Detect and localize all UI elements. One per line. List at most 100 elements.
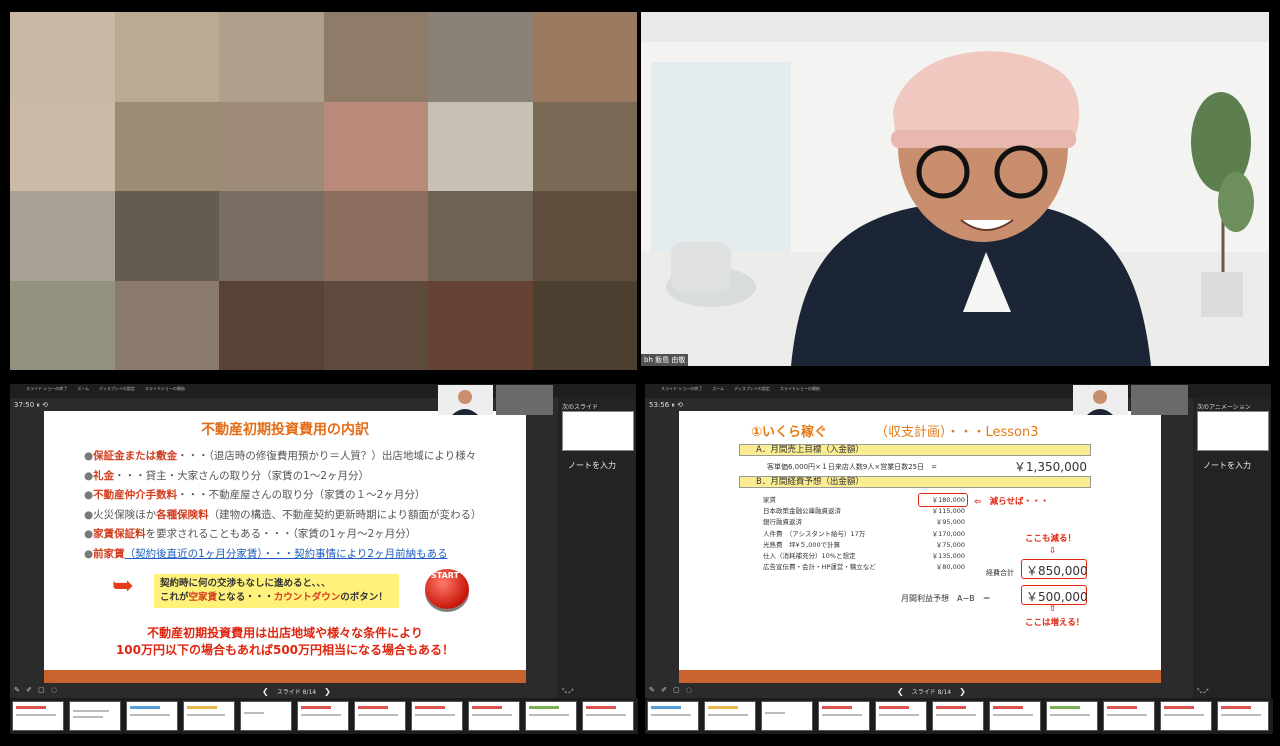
slide-thumbnail[interactable]: [932, 701, 984, 731]
pen-tools[interactable]: ✎ ✐ ▢ ◌: [14, 686, 59, 694]
mosaic-cell: [114, 280, 219, 370]
slide-thumbnail[interactable]: [468, 701, 520, 731]
slide-thumbnail[interactable]: [525, 701, 577, 731]
here-reduce-note: ここも減る！: [1025, 534, 1077, 544]
mosaic-cell: [428, 101, 533, 191]
mosaic-cell: [428, 12, 533, 102]
bullet-item: ●家賃保証料を要求されることもある・・・（家賃の1ヶ月～2ヶ月分）: [84, 528, 417, 540]
current-slide: 不動産初期投資費用の内訳 ●保証金または敷金・・・（退店時の修復費用預かり＝人質…: [44, 411, 526, 683]
callout-line-1: 契約時に何の交渉もなしに進めると、、、: [160, 578, 331, 589]
notes-input[interactable]: ノートを入力: [568, 460, 616, 471]
start-button-icon: START: [425, 569, 469, 609]
slide-navigation: ❮ スライド 8/14 ❯: [897, 687, 966, 696]
slide-thumbnail[interactable]: [297, 701, 349, 731]
participant-thumbnail: [1131, 385, 1188, 415]
speaker-video-image: [641, 12, 1269, 366]
slide-subtitle: （収支計画）・・・Lesson3: [875, 425, 1039, 440]
participant-thumbnail: [496, 385, 553, 415]
slide-thumbnail[interactable]: [1217, 701, 1269, 731]
speaker-thumbnail: [1073, 385, 1128, 415]
collapse-icon[interactable]: ⤡ ⤢: [562, 688, 574, 696]
rent-highlight-box: [918, 493, 968, 507]
slide-thumbnail[interactable]: [126, 701, 178, 731]
slide-navigation: ❮ スライド 8/14 ❯: [262, 687, 331, 696]
sales-target-row: 客単価6,000円×１日来店人数9人×営業日数25日 = ￥1,350,000: [767, 460, 1087, 474]
slide-thumbnail[interactable]: [582, 701, 634, 731]
prev-slide-icon[interactable]: ❮: [897, 687, 904, 696]
slide-thumbnail[interactable]: [69, 701, 121, 731]
side-panel: 次のアニメーション ノートを入力: [1193, 398, 1271, 698]
next-slide-thumbnail[interactable]: [1197, 411, 1269, 451]
toolbar-item-display-settings[interactable]: ディスプレイの設定: [734, 386, 770, 392]
collapse-icon[interactable]: ⤡ ⤢: [1197, 688, 1209, 696]
slide-thumbnail-strip: [645, 698, 1273, 734]
mosaic-cell: [114, 12, 219, 102]
next-slide-icon[interactable]: ❯: [324, 687, 331, 696]
mosaic-cell: [428, 191, 533, 281]
next-slide-icon[interactable]: ❯: [959, 687, 966, 696]
up-arrow-icon: ⇧: [1049, 604, 1057, 614]
slide-thumbnail[interactable]: [704, 701, 756, 731]
callout-line-2: これが空家賃となる・・・カウントダウンのボタン！: [160, 592, 388, 603]
slide-thumbnail[interactable]: [240, 701, 292, 731]
mosaic-cell: [10, 280, 115, 370]
toolbar-item-zoom[interactable]: ズーム: [77, 386, 89, 392]
toolbar-item-start-show[interactable]: スライドショーの開始: [780, 386, 820, 392]
mosaic-cell: [219, 12, 324, 102]
mosaic-cell: [219, 280, 324, 370]
slide-thumbnail[interactable]: [818, 701, 870, 731]
participant-video-pixelated: [10, 12, 637, 370]
participant-name-label: bh 飯島 由敬: [641, 354, 689, 366]
slide-thumbnail-strip: [10, 698, 638, 734]
elapsed-timer: 37:50 ⏸ ⟲: [14, 401, 48, 409]
mosaic-cell: [323, 12, 428, 102]
slide-conclusion: 不動産初期投資費用は出店地域や様々な条件により 100万円以下の場合もあれば50…: [115, 626, 455, 657]
toolbar-item-start-show[interactable]: スライドショーの開始: [145, 386, 185, 392]
bullet-item: ●火災保険ほか各種保険料（建物の構造、不動産契約更新時期により額面が変わる）: [84, 508, 482, 521]
slide-thumbnail[interactable]: [1103, 701, 1155, 731]
slide-bullet-list: ●保証金または敷金・・・（退店時の修復費用預かり＝人質？）出店地域により様々 ●…: [84, 447, 481, 564]
toolbar-item-zoom[interactable]: ズーム: [712, 386, 724, 392]
notes-input[interactable]: ノートを入力: [1203, 460, 1251, 471]
here-increase-note: ここは増える！: [1025, 618, 1085, 628]
pen-tools[interactable]: ✎ ✐ ▢ ◌: [649, 686, 694, 694]
slide-thumbnail[interactable]: [411, 701, 463, 731]
mosaic-cell: [10, 191, 115, 281]
slide-thumbnail[interactable]: [647, 701, 699, 731]
slide-thumbnail[interactable]: [989, 701, 1041, 731]
profit-label: 月間利益予想 A−B ＝: [901, 594, 991, 603]
mosaic-cell: [219, 191, 324, 281]
slide-thumbnail[interactable]: [1046, 701, 1098, 731]
speaker-thumbnail: [438, 385, 493, 415]
bullet-item: ●礼金・・・貸主・大家さんの取り分（家賃の1～2ヶ月分）: [84, 469, 370, 482]
mosaic-cell: [10, 12, 115, 102]
toolbar-item-end-show[interactable]: スライド ショーの終了: [661, 386, 702, 392]
mosaic-cell: [532, 101, 637, 191]
mosaic-cell: [114, 191, 219, 281]
slide-thumbnail[interactable]: [12, 701, 64, 731]
next-slide-thumbnail[interactable]: [562, 411, 634, 451]
slide-thumbnail[interactable]: [761, 701, 813, 731]
mosaic-cell: [323, 280, 428, 370]
elapsed-timer: 53:56 ⏸ ⟲: [649, 401, 683, 409]
total-label: 経費合計: [986, 569, 1014, 577]
callout-box: 契約時に何の交渉もなしに進めると、、、 これが空家賃となる・・・カウントダウンの…: [154, 574, 399, 608]
mosaic-cell: [532, 280, 637, 370]
side-panel: 次のスライド ノートを入力: [558, 398, 636, 698]
current-slide: ①いくら稼ぐ （収支計画）・・・Lesson3 A．月間売上目標（入金額） 客単…: [679, 411, 1161, 683]
slide-thumbnail[interactable]: [1160, 701, 1212, 731]
slide-thumbnail[interactable]: [875, 701, 927, 731]
bullet-item: ●不動産仲介手数料・・・不動産屋さんの取り分（家賃の１～2ヶ月分）: [84, 489, 426, 501]
slide-title: ①いくら稼ぐ: [751, 425, 828, 440]
bullet-item: ●保証金または敷金・・・（退店時の修復費用預かり＝人質？）出店地域により様々: [84, 450, 477, 462]
slide-footer-band: [44, 670, 526, 683]
reduce-note: ⇦ 減らせば・・・: [974, 497, 1049, 507]
toolbar-item-display-settings[interactable]: ディスプレイの設定: [99, 386, 135, 392]
prev-slide-icon[interactable]: ❮: [262, 687, 269, 696]
mosaic-cell: [532, 12, 637, 102]
mosaic-cell: [10, 101, 115, 191]
bullet-item: ●前家賃（契約後直近の1ヶ月分家賃）・・・契約事情により2ヶ月前納もある: [84, 547, 448, 560]
toolbar-item-end-show[interactable]: スライド ショーの終了: [26, 386, 67, 392]
slide-thumbnail[interactable]: [183, 701, 235, 731]
slide-thumbnail[interactable]: [354, 701, 406, 731]
